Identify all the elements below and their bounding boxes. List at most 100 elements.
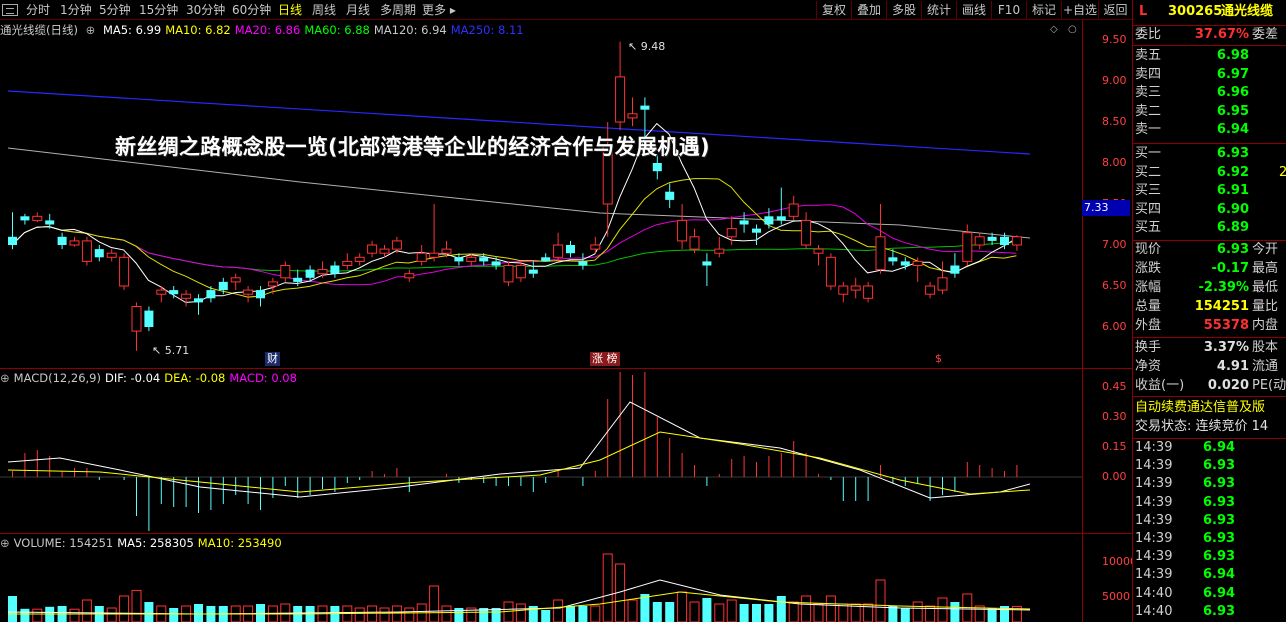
volume-bar bbox=[20, 608, 30, 622]
quote-value: 6.95 bbox=[1216, 103, 1249, 119]
quote-extra-label: 最高 bbox=[1252, 261, 1279, 276]
candle-body bbox=[900, 261, 910, 266]
candle-body bbox=[764, 216, 774, 225]
ma120-line bbox=[7, 147, 1031, 239]
quote-label: 现价 bbox=[1135, 242, 1162, 257]
quote-value: 6.93 bbox=[1216, 242, 1249, 257]
candle-body bbox=[441, 248, 452, 254]
volume-bar bbox=[429, 585, 440, 622]
candle-body bbox=[243, 289, 254, 295]
candle-body bbox=[256, 290, 265, 299]
quote-row: 卖四 6.97 bbox=[1133, 66, 1286, 84]
chart-canvas: ↖ 9.48 ↖ 5.71 bbox=[0, 40, 1082, 622]
quote-row: 现价 6.93 今开 bbox=[1133, 241, 1286, 259]
candle-body bbox=[528, 269, 538, 274]
volume-bar bbox=[602, 553, 613, 622]
trade-price: 6.93 bbox=[1203, 531, 1236, 546]
quote-value: 6.91 bbox=[1216, 183, 1249, 198]
candle-body bbox=[665, 191, 675, 200]
quote-value: 6.97 bbox=[1216, 66, 1249, 82]
trade-time: 14:39 bbox=[1135, 440, 1173, 455]
volume-bar bbox=[801, 595, 812, 622]
quote-row: 买一 6.93 bbox=[1133, 145, 1286, 163]
trade-time: 14:39 bbox=[1135, 512, 1173, 528]
stock-header: L 300265 通光线缆 bbox=[1133, 3, 1286, 21]
candle-body bbox=[280, 265, 291, 279]
candle-body bbox=[677, 219, 688, 242]
candle-body bbox=[1011, 236, 1022, 246]
candle-body bbox=[752, 228, 761, 233]
candle-body bbox=[57, 236, 67, 245]
current-price-tag: 7.33 bbox=[1082, 200, 1130, 216]
trade-price: 6.93 bbox=[1203, 458, 1236, 474]
candle-body bbox=[739, 220, 749, 225]
candle-body bbox=[20, 216, 30, 221]
candle-body bbox=[81, 240, 92, 262]
low-price-marker: ↖ 5.71 bbox=[152, 344, 189, 357]
volume-bar bbox=[838, 603, 849, 622]
volume-bar bbox=[379, 607, 390, 622]
trade-row: 14:39 6.93 bbox=[1133, 457, 1286, 475]
volume-bar bbox=[106, 607, 117, 622]
quote-row: 净资 4.91 流通 bbox=[1133, 358, 1286, 376]
trade-row: 14:40 6.94 bbox=[1133, 585, 1286, 603]
volume-bar bbox=[144, 602, 154, 622]
trade-price: 6.93 bbox=[1203, 476, 1236, 492]
trade-price: 6.94 bbox=[1203, 567, 1236, 583]
candle-body bbox=[987, 236, 997, 241]
ma60-line bbox=[11, 226, 1017, 272]
candle-body bbox=[801, 219, 812, 246]
quote-row: 卖二 6.95 bbox=[1133, 103, 1286, 121]
quote-row: 卖五 6.98 bbox=[1133, 47, 1286, 65]
volume-bar bbox=[566, 606, 575, 622]
sidebar-divider bbox=[1133, 143, 1286, 144]
quote-label: 买三 bbox=[1135, 183, 1162, 198]
volume-bar bbox=[714, 603, 725, 622]
quote-label: 委比 bbox=[1135, 27, 1162, 42]
news-ticker[interactable]: 自动续费通达信普及版 bbox=[1133, 399, 1286, 417]
candle-body bbox=[206, 290, 216, 299]
quote-label: 买四 bbox=[1135, 201, 1162, 217]
candle-body bbox=[293, 277, 303, 282]
quote-label: 卖一 bbox=[1135, 122, 1162, 137]
quote-value: -2.39% bbox=[1198, 280, 1250, 295]
trade-time: 14:39 bbox=[1135, 549, 1173, 565]
volume-bar bbox=[752, 604, 761, 622]
ma20-line bbox=[11, 204, 1017, 286]
candle-body bbox=[491, 261, 501, 266]
trade-time: 14:40 bbox=[1135, 585, 1173, 601]
candle-body bbox=[379, 248, 390, 254]
candle-body bbox=[689, 236, 700, 250]
event-tag-dividend[interactable]: $ bbox=[933, 352, 944, 366]
trade-price: 6.94 bbox=[1203, 440, 1236, 455]
volume-bar bbox=[354, 607, 365, 622]
candle-body bbox=[850, 285, 861, 291]
quote-value: 6.96 bbox=[1216, 85, 1249, 100]
candle-body bbox=[479, 257, 489, 262]
trade-row: 14:39 6.94 bbox=[1133, 439, 1286, 457]
volume-bar bbox=[788, 601, 799, 622]
quote-label: 收益(一) bbox=[1135, 378, 1185, 393]
candle-body bbox=[454, 257, 464, 262]
volume-bar bbox=[194, 604, 203, 622]
candle-body bbox=[466, 256, 477, 262]
candle-body bbox=[230, 277, 241, 283]
candle-body bbox=[838, 285, 849, 295]
candle-body bbox=[813, 248, 824, 254]
candle-body bbox=[627, 113, 638, 119]
candle-body bbox=[342, 260, 353, 266]
volume-bar bbox=[391, 605, 402, 622]
candle-body bbox=[429, 252, 440, 258]
candle-body bbox=[912, 260, 923, 266]
quote-value: 4.91 bbox=[1216, 359, 1249, 374]
quote-extra-label: 股本 bbox=[1252, 340, 1279, 355]
quote-extra-label: PE(动 bbox=[1252, 378, 1286, 393]
candle-body bbox=[937, 277, 948, 291]
event-tag-financial[interactable]: 财 bbox=[265, 352, 280, 366]
candle-body bbox=[925, 285, 936, 295]
event-tag-limit-up[interactable]: 涨 榜 bbox=[590, 352, 620, 366]
candle-body bbox=[94, 249, 104, 258]
volume-bar bbox=[32, 608, 43, 622]
stock-name: 通光线缆 bbox=[1221, 4, 1274, 19]
candle-body bbox=[515, 265, 526, 279]
